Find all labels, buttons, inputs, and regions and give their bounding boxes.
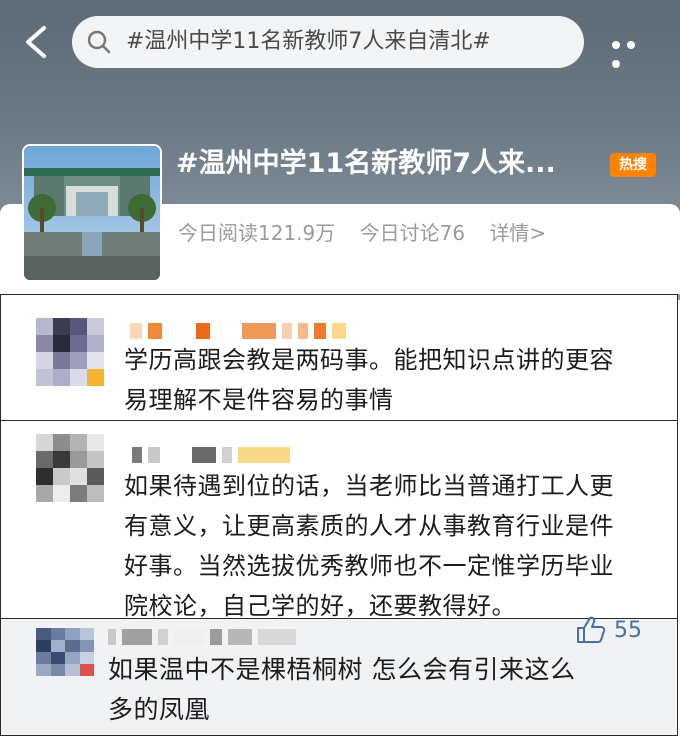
avatar[interactable]	[36, 434, 104, 502]
username[interactable]	[130, 320, 346, 342]
more-options-icon[interactable]	[612, 34, 656, 68]
topic-thumbnail[interactable]	[22, 144, 162, 282]
like-button[interactable]: 55	[576, 616, 642, 644]
hot-search-label: 热搜	[619, 157, 647, 173]
search-icon	[87, 30, 111, 54]
thumbs-up-icon	[577, 616, 606, 643]
reads-count: 今日阅读121.9万	[178, 221, 336, 245]
details-link[interactable]: 详情>	[489, 221, 546, 245]
comment-text: 学历高跟会教是两码事。能把知识点讲的更容 易理解不是件容易的事情	[124, 346, 614, 414]
discussion-count: 今日讨论76	[359, 221, 466, 245]
back-arrow-icon[interactable]	[20, 24, 54, 60]
avatar[interactable]	[36, 318, 104, 386]
topic-title[interactable]: #温州中学11名新教师7人来...	[176, 144, 556, 184]
username[interactable]	[108, 626, 296, 648]
topic-stats: 今日阅读121.9万 今日讨论76 详情>	[178, 220, 564, 246]
comment-text: 如果待遇到位的话，当老师比当普通打工人更 有意义，让更高素质的人才从事教育行业是…	[124, 472, 614, 620]
username[interactable]	[132, 444, 290, 466]
campus-image	[24, 146, 160, 280]
like-count: 55	[614, 617, 642, 643]
avatar[interactable]	[36, 628, 94, 676]
search-query: #温州中学11名新教师7人来自清北#	[126, 29, 491, 54]
hot-search-badge: 热搜	[610, 153, 656, 177]
comment-text: 如果温中不是棵梧桐树 怎么会有引来这么 多的凤凰	[108, 655, 576, 724]
search-bar[interactable]: #温州中学11名新教师7人来自清北#	[72, 16, 584, 68]
